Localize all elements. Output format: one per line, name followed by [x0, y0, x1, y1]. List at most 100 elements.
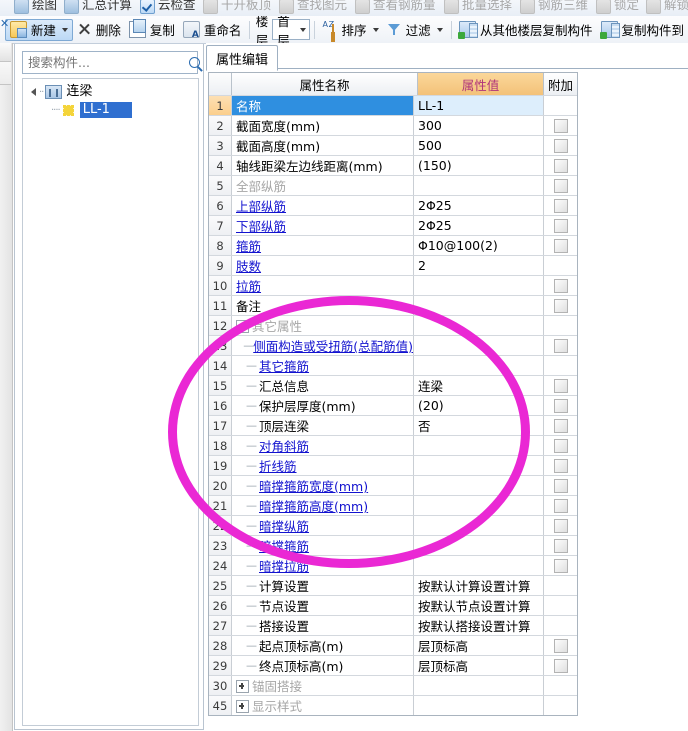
attach-cell[interactable]: [544, 196, 577, 215]
property-value-cell[interactable]: [414, 456, 544, 475]
property-row[interactable]: 7 下部纵筋 2Φ25: [209, 215, 577, 235]
search-icon[interactable]: [189, 52, 200, 73]
attach-checkbox[interactable]: [553, 158, 568, 173]
attach-checkbox[interactable]: [553, 198, 568, 213]
property-row[interactable]: 27— 搭接设置 按默认搭接设置计算: [209, 615, 577, 635]
property-name-cell[interactable]: 显示样式: [232, 696, 414, 715]
property-row[interactable]: 28— 起点顶标高(m) 层顶标高: [209, 635, 577, 655]
property-name-cell[interactable]: 锚固搭接: [232, 676, 414, 695]
property-name-cell[interactable]: — 暗撑箍筋宽度(mm): [232, 476, 414, 495]
attach-checkbox[interactable]: [553, 458, 568, 473]
property-row[interactable]: 8 箍筋 Φ10@100(2): [209, 235, 577, 255]
property-name-cell[interactable]: — 汇总信息: [232, 376, 414, 395]
property-name-cell[interactable]: 名称: [232, 96, 414, 115]
property-value-cell[interactable]: [414, 676, 544, 695]
panel-close-icon[interactable]: ✕: [0, 18, 9, 29]
property-row[interactable]: 17— 顶层连梁否: [209, 415, 577, 435]
property-value-cell[interactable]: 连梁: [414, 376, 544, 395]
delete-button[interactable]: 删除: [73, 19, 125, 41]
property-value-cell[interactable]: 2Φ25: [414, 216, 544, 235]
attach-cell[interactable]: [544, 236, 577, 255]
attach-checkbox[interactable]: [553, 378, 568, 393]
property-value-cell[interactable]: 层顶标高: [414, 636, 544, 655]
property-row[interactable]: 23— 暗撑箍筋: [209, 535, 577, 555]
search-box[interactable]: [22, 51, 200, 74]
attach-cell[interactable]: [544, 536, 577, 555]
menu-item-2[interactable]: 云检查: [140, 0, 196, 14]
property-name-cell[interactable]: — 暗撑箍筋: [232, 536, 414, 555]
property-value-cell[interactable]: 2: [414, 256, 544, 275]
menu-item-5[interactable]: 查看钢筋量: [355, 0, 436, 14]
property-value-cell[interactable]: (150): [414, 156, 544, 175]
property-row[interactable]: 21— 暗撑箍筋高度(mm): [209, 495, 577, 515]
attach-checkbox[interactable]: [553, 338, 568, 353]
property-value-cell[interactable]: [414, 536, 544, 555]
property-value-cell[interactable]: [414, 476, 544, 495]
menu-item-3[interactable]: 干开板顶: [203, 0, 271, 14]
attach-checkbox[interactable]: [553, 558, 568, 573]
attach-checkbox[interactable]: [553, 138, 568, 153]
attach-checkbox[interactable]: [553, 538, 568, 553]
attach-checkbox[interactable]: [553, 398, 568, 413]
attach-cell[interactable]: [544, 556, 577, 575]
property-row[interactable]: 15— 汇总信息 连梁: [209, 375, 577, 395]
property-value-cell[interactable]: [414, 436, 544, 455]
attach-cell[interactable]: [544, 656, 577, 675]
property-name-cell[interactable]: — 其它箍筋: [232, 356, 414, 375]
property-row[interactable]: 30 锚固搭接: [209, 675, 577, 695]
property-row[interactable]: 20— 暗撑箍筋宽度(mm): [209, 475, 577, 495]
property-value-cell[interactable]: (20): [414, 396, 544, 415]
expand-icon[interactable]: [236, 680, 249, 693]
property-grid[interactable]: 属性名称 属性值 附加 1 名称 LL-1 2 截面宽度(mm) 300 3 截面高度(mm)…: [208, 72, 578, 716]
menu-item-8[interactable]: 锁定: [596, 0, 639, 14]
property-name-cell[interactable]: 其它属性: [232, 316, 414, 335]
attach-checkbox[interactable]: [553, 418, 568, 433]
tree-node-group[interactable]: ·· 连梁: [23, 83, 198, 101]
tab-attribute-edit[interactable]: 属性编辑: [206, 45, 279, 71]
attach-cell[interactable]: [544, 376, 577, 395]
attach-checkbox[interactable]: [553, 438, 568, 453]
attach-cell[interactable]: [544, 216, 577, 235]
attach-cell[interactable]: [544, 416, 577, 435]
sort-button[interactable]: 排序: [319, 19, 383, 41]
rename-button[interactable]: 重命名: [179, 19, 246, 41]
property-value-cell[interactable]: LL-1: [414, 96, 544, 115]
property-value-cell[interactable]: [414, 316, 544, 335]
property-value-cell[interactable]: [414, 296, 544, 315]
component-tree[interactable]: ·· 连梁 ···· LL-1: [22, 78, 199, 726]
property-value-cell[interactable]: [414, 356, 544, 375]
property-row[interactable]: 14— 其它箍筋: [209, 355, 577, 375]
property-value-cell[interactable]: [414, 516, 544, 535]
property-name-cell[interactable]: 肢数: [232, 256, 414, 275]
property-row[interactable]: 4 轴线距梁左边线距离(mm) (150): [209, 155, 577, 175]
attach-checkbox[interactable]: [553, 278, 568, 293]
attach-checkbox[interactable]: [553, 658, 568, 673]
property-name-cell[interactable]: 截面高度(mm): [232, 136, 414, 155]
property-name-cell[interactable]: 拉筋: [232, 276, 414, 295]
property-name-cell[interactable]: — 节点设置: [232, 596, 414, 615]
attach-cell[interactable]: [544, 136, 577, 155]
property-row[interactable]: 2 截面宽度(mm) 300: [209, 115, 577, 135]
property-name-cell[interactable]: — 终点顶标高(m): [232, 656, 414, 675]
property-name-cell[interactable]: 下部纵筋: [232, 216, 414, 235]
property-value-cell[interactable]: 2Φ25: [414, 196, 544, 215]
property-name-cell[interactable]: — 搭接设置: [232, 616, 414, 635]
copy-button[interactable]: 复制: [125, 19, 179, 41]
chevron-down-icon[interactable]: [372, 27, 379, 32]
collapse-icon[interactable]: [236, 320, 249, 333]
property-value-cell[interactable]: 否: [414, 416, 544, 435]
tree-node-ll-1[interactable]: ···· LL-1: [23, 101, 198, 119]
property-row[interactable]: 10 拉筋: [209, 275, 577, 295]
floor-select[interactable]: 首层: [272, 16, 311, 43]
property-name-cell[interactable]: — 暗撑箍筋高度(mm): [232, 496, 414, 515]
search-input[interactable]: [23, 52, 189, 73]
property-row[interactable]: 22— 暗撑纵筋: [209, 515, 577, 535]
property-row[interactable]: 18— 对角斜筋: [209, 435, 577, 455]
copy-from-other-floor-button[interactable]: 从其他楼层复制构件: [455, 19, 597, 41]
attach-checkbox[interactable]: [553, 518, 568, 533]
attach-cell[interactable]: [544, 296, 577, 315]
property-name-cell[interactable]: 轴线距梁左边线距离(mm): [232, 156, 414, 175]
property-name-cell[interactable]: 备注: [232, 296, 414, 315]
left-rail-nub-1[interactable]: [0, 43, 11, 62]
left-rail-nub-2[interactable]: [0, 62, 11, 85]
